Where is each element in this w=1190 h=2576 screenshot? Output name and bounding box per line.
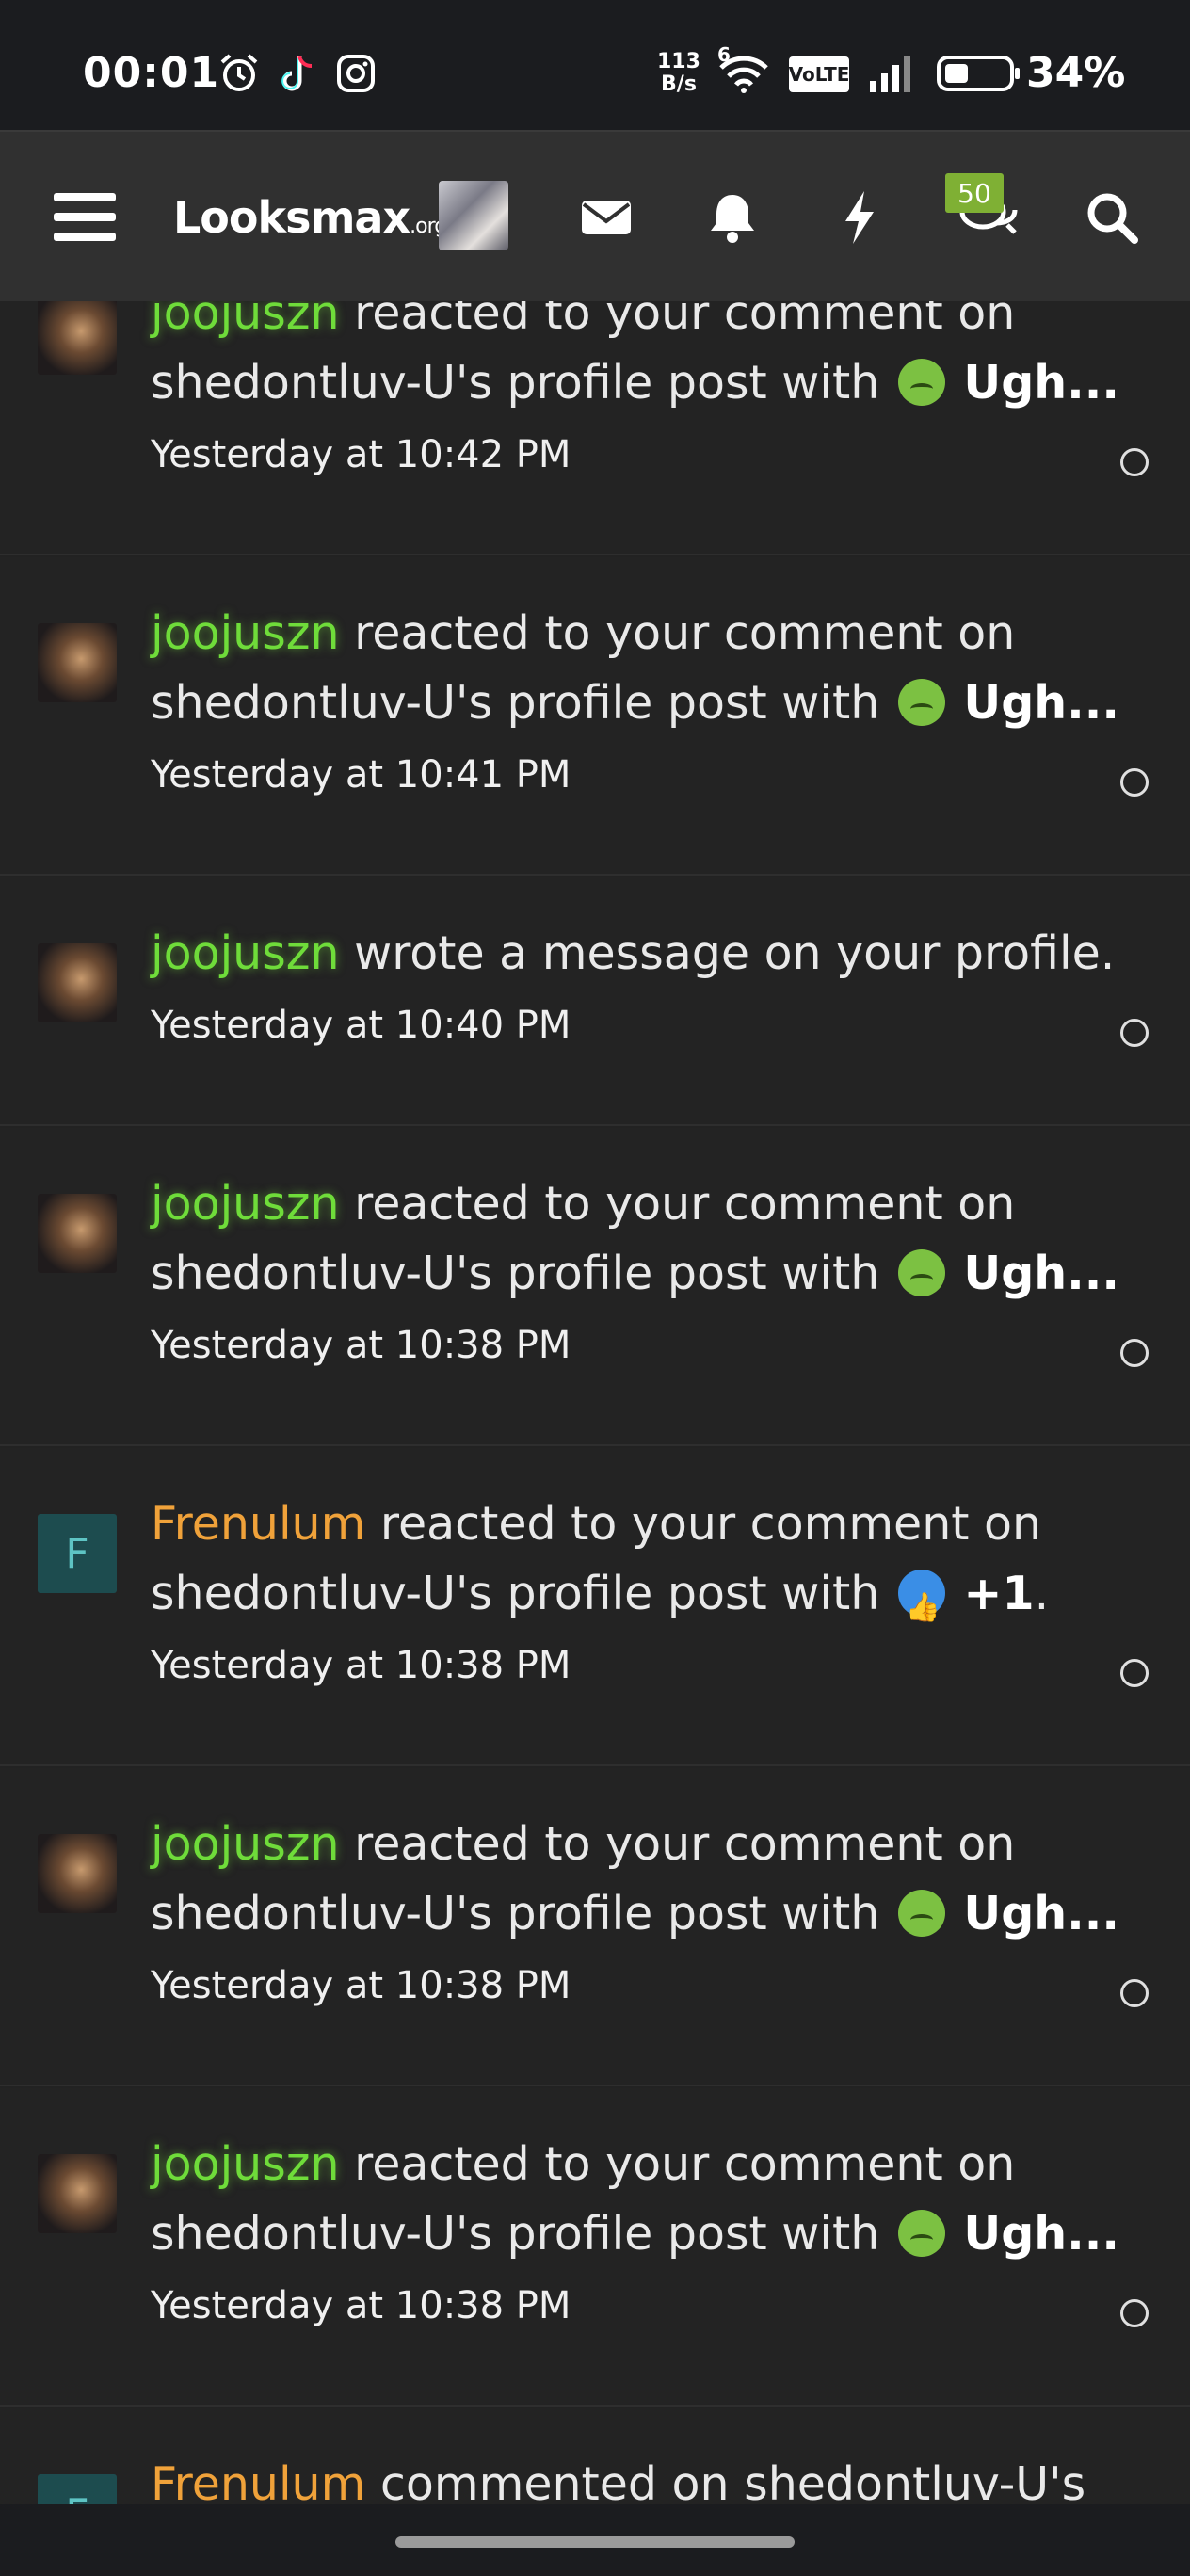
net-speed-value: 113 (657, 50, 700, 73)
wifi-six-label: 6 (717, 43, 731, 66)
reaction-label: Ugh... (963, 676, 1120, 730)
reaction-label: +1 (963, 1567, 1035, 1620)
alert-item[interactable]: F Frenulum commented on shedontluv-U's (0, 2408, 1190, 2504)
volte-badge: VoLTE (789, 56, 849, 92)
alert-username[interactable]: Frenulum (151, 2457, 365, 2504)
alarm-icon (220, 54, 258, 91)
alert-text: joojuszn reacted to your comment on shed… (151, 599, 1130, 738)
alert-message: commented on shedontluv-U's (365, 2457, 1086, 2504)
alert-message: wrote a message on your profile. (339, 926, 1116, 980)
reaction-label: Ugh... (963, 356, 1120, 410)
logo-main: Looksmax (173, 192, 410, 243)
thumbs-up-reaction-icon (897, 1570, 945, 1643)
mark-read-toggle[interactable] (1120, 448, 1149, 476)
site-logo[interactable]: Looksmax.org (173, 192, 447, 243)
whats-new-button[interactable] (821, 132, 896, 303)
ugh-reaction-icon (897, 1249, 945, 1296)
alert-username[interactable]: Frenulum (151, 1497, 365, 1551)
alert-time: Yesterday at 10:41 PM (151, 753, 571, 797)
alert-username[interactable]: joojuszn (151, 301, 340, 340)
alert-time: Yesterday at 10:42 PM (151, 433, 571, 476)
mark-read-toggle[interactable] (1120, 1979, 1149, 2007)
alert-item[interactable]: F Frenulum reacted to your comment on sh… (0, 1448, 1190, 1766)
mark-read-toggle[interactable] (1120, 1339, 1149, 1367)
alert-text: Frenulum reacted to your comment on shed… (151, 1489, 1130, 1643)
user-avatar[interactable]: F (38, 2474, 117, 2504)
status-time: 00:01 (83, 49, 220, 97)
mark-read-toggle[interactable] (1120, 1019, 1149, 1047)
alert-username[interactable]: joojuszn (151, 1817, 340, 1871)
search-icon (1087, 193, 1138, 244)
gesture-bar (0, 2504, 1190, 2576)
alert-text: joojuszn reacted to your comment on shed… (151, 301, 1130, 418)
alert-item[interactable]: joojuszn reacted to your comment on shed… (0, 1768, 1190, 2086)
alert-text: joojuszn reacted to your comment on shed… (151, 1169, 1130, 1309)
home-indicator[interactable] (395, 2536, 795, 2548)
user-avatar[interactable] (38, 623, 117, 702)
alerts-list-items: joojuszn reacted to your comment on shed… (0, 301, 1190, 2504)
user-avatar[interactable] (38, 1834, 117, 1913)
tiktok-icon (281, 56, 313, 91)
user-avatar[interactable] (38, 1194, 117, 1273)
ugh-reaction-icon (897, 679, 945, 726)
envelope-icon (582, 201, 631, 234)
ugh-reaction-icon (897, 359, 945, 406)
battery-icon (937, 56, 1020, 91)
alert-username[interactable]: joojuszn (151, 926, 340, 980)
menu-icon (54, 193, 116, 241)
alert-time: Yesterday at 10:38 PM (151, 1324, 571, 1367)
alert-time: Yesterday at 10:38 PM (151, 1964, 571, 2007)
alert-item[interactable]: joojuszn wrote a message on your profile… (0, 877, 1190, 1126)
user-avatar[interactable]: F (38, 1514, 117, 1593)
top-navigation: Looksmax.org 50 (0, 130, 1190, 301)
conversations-badge: 50 (945, 173, 1004, 213)
mark-read-toggle[interactable] (1120, 768, 1149, 797)
alert-time: Yesterday at 10:40 PM (151, 1004, 571, 1047)
alert-time: Yesterday at 10:38 PM (151, 2284, 571, 2327)
user-avatar[interactable] (38, 2154, 117, 2233)
alert-username[interactable]: joojuszn (151, 2137, 340, 2191)
mark-read-toggle[interactable] (1120, 1659, 1149, 1687)
bolt-icon (845, 191, 874, 244)
alert-text: joojuszn reacted to your comment on shed… (151, 2130, 1130, 2269)
alert-text: joojuszn wrote a message on your profile… (151, 919, 1130, 989)
account-avatar[interactable] (439, 181, 508, 250)
net-speed: 113 B/s (657, 51, 700, 96)
reaction-label: Ugh... (963, 1247, 1120, 1300)
alert-text: joojuszn reacted to your comment on shed… (151, 1810, 1130, 1949)
reaction-label: Ugh... (963, 2207, 1120, 2261)
bell-icon (711, 195, 754, 243)
status-bar: 00:01 113 B/s 6 VoLTE 34% (0, 0, 1190, 130)
alert-text: Frenulum commented on shedontluv-U's (151, 2450, 1130, 2504)
inbox-button[interactable] (569, 132, 644, 303)
alert-item[interactable]: joojuszn reacted to your comment on shed… (0, 2088, 1190, 2407)
alert-time: Yesterday at 10:38 PM (151, 1644, 571, 1687)
conversations-button[interactable] (947, 132, 1032, 303)
ugh-reaction-icon (897, 2210, 945, 2257)
mark-read-toggle[interactable] (1120, 2299, 1149, 2327)
instagram-icon (337, 55, 375, 92)
alert-item[interactable]: joojuszn reacted to your comment on shed… (0, 301, 1190, 555)
menu-button[interactable] (38, 132, 132, 303)
reaction-label: Ugh... (963, 1887, 1120, 1940)
alert-item[interactable]: joojuszn reacted to your comment on shed… (0, 557, 1190, 876)
ugh-reaction-icon (897, 1890, 945, 1937)
alerts-button[interactable] (695, 132, 770, 303)
search-button[interactable] (1069, 132, 1154, 303)
user-avatar[interactable] (38, 301, 117, 375)
user-avatar[interactable] (38, 943, 117, 1022)
alert-username[interactable]: joojuszn (151, 606, 340, 660)
battery-percent: 34% (1026, 49, 1126, 97)
alert-username[interactable]: joojuszn (151, 1177, 340, 1231)
signal-icon (870, 56, 910, 92)
alert-item[interactable]: joojuszn reacted to your comment on shed… (0, 1128, 1190, 1446)
reaction-suffix: . (1034, 1567, 1050, 1620)
net-speed-unit: B/s (661, 72, 697, 96)
